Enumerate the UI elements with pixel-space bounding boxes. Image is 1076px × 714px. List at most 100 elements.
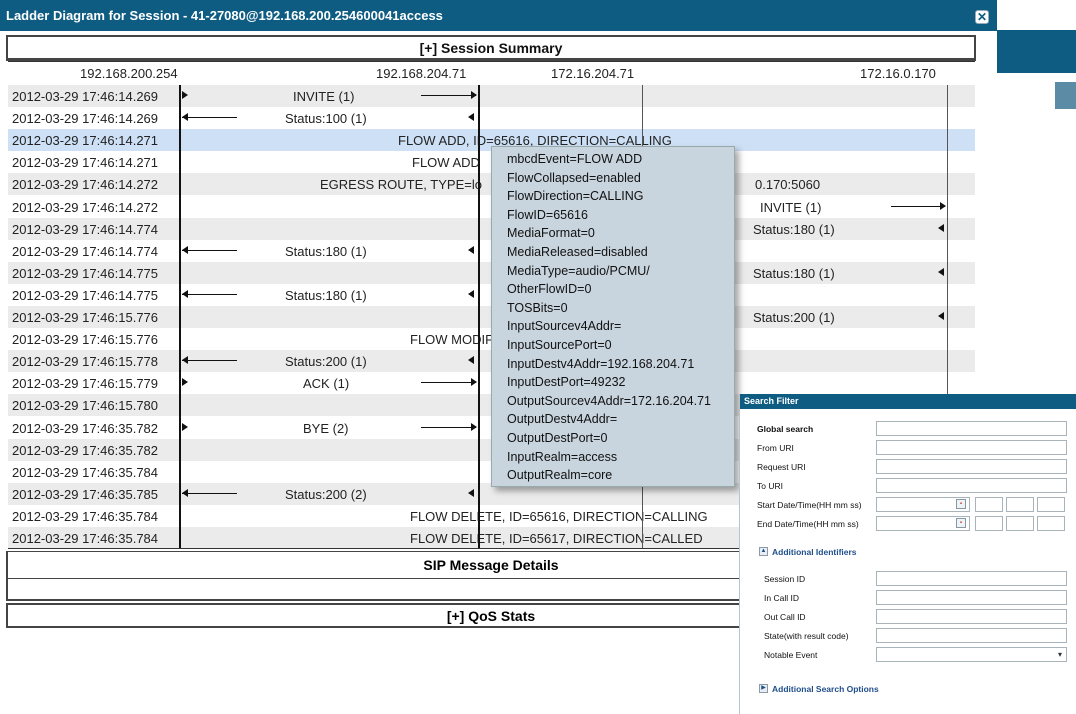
- tooltip-line: InputDestv4Addr=192.168.204.71: [507, 356, 695, 371]
- state-input[interactable]: [876, 628, 1067, 643]
- arrow-line: [421, 95, 476, 96]
- row-timestamp: 2012-03-29 17:46:35.785: [12, 486, 159, 502]
- tooltip-line: mbcdEvent=FLOW ADD: [507, 152, 643, 166]
- row-message-label: EGRESS ROUTE, TYPE=lo: [320, 177, 482, 193]
- session-summary-panel: [+] Session Summary: [6, 35, 976, 61]
- arrow-left-icon: [468, 356, 474, 365]
- tooltip-line: InputDestPort=49232: [507, 375, 626, 390]
- arrow-left-icon: [182, 289, 188, 298]
- table-row[interactable]: 2012-03-29 17:46:14.269 INVITE (1): [8, 85, 975, 107]
- session-summary-header[interactable]: [+] Session Summary: [8, 37, 974, 59]
- row-message-label: Status:180 (1): [753, 265, 835, 281]
- in-call-id-input[interactable]: [876, 590, 1067, 605]
- arrow-left-icon: [938, 267, 944, 276]
- row-timestamp: 2012-03-29 17:46:15.776: [12, 332, 159, 348]
- notable-event-label: Notable Event: [764, 650, 818, 660]
- end-minute-input[interactable]: [1006, 516, 1034, 531]
- close-icon[interactable]: ✕: [975, 10, 989, 24]
- row-timestamp: 2012-03-29 17:46:14.269: [12, 89, 159, 104]
- tooltip-line: MediaType=audio/PCMU/: [507, 263, 650, 278]
- tooltip-line: MediaReleased=disabled: [507, 245, 648, 259]
- row-message-label: INVITE (1): [293, 89, 355, 104]
- arrow-left-icon: [468, 245, 474, 254]
- end-date-label: End Date/Time(HH mm ss): [757, 519, 859, 529]
- tooltip-line: InputSourcev4Addr=: [507, 319, 622, 334]
- row-timestamp: 2012-03-29 17:46:14.775: [12, 287, 159, 303]
- arrow-right-icon: [182, 91, 188, 99]
- row-message-label: INVITE (1): [760, 199, 822, 215]
- flow-details-tooltip: mbcdEvent=FLOW ADD FlowCollapsed=enabled F…: [491, 146, 735, 487]
- search-filter-title: Search Filter: [740, 394, 1076, 409]
- row-timestamp: 2012-03-29 17:46:35.784: [12, 464, 159, 480]
- start-second-input[interactable]: [1037, 497, 1065, 512]
- search-filter-panel: Search Filter Global search From URI Req…: [739, 394, 1076, 714]
- state-label: State(with result code): [764, 631, 849, 641]
- arrow-line: [182, 249, 237, 251]
- row-timestamp: 2012-03-29 17:46:35.782: [12, 442, 159, 458]
- request-uri-input[interactable]: [876, 459, 1067, 474]
- calendar-icon[interactable]: ▪: [956, 499, 966, 509]
- row-timestamp: 2012-03-29 17:46:15.778: [12, 354, 159, 370]
- row-timestamp: 2012-03-29 17:46:14.774: [12, 243, 159, 259]
- background-button[interactable]: [1055, 82, 1076, 109]
- arrow-left-icon: [938, 223, 944, 232]
- end-hour-input[interactable]: [975, 516, 1003, 531]
- tooltip-line: FlowCollapsed=enabled: [507, 170, 641, 185]
- row-message-label: Status:200 (1): [285, 354, 367, 370]
- ip-header-row: 192.168.200.254 192.168.204.71 172.16.20…: [8, 62, 975, 85]
- session-id-input[interactable]: [876, 571, 1067, 586]
- tooltip-line: FlowDirection=CALLING: [507, 189, 644, 204]
- in-call-id-label: In Call ID: [764, 593, 799, 603]
- dialog-title: Ladder Diagram for Session - 41-27080@19…: [6, 8, 443, 23]
- request-uri-label: Request URI: [757, 462, 806, 472]
- out-call-id-input[interactable]: [876, 609, 1067, 624]
- row-message-label: 0.170:5060: [755, 177, 821, 193]
- row-message-label: BYE (2): [303, 420, 349, 436]
- tooltip-line: InputSourcePort=0: [507, 338, 612, 352]
- tooltip-line: OutputDestv4Addr=: [507, 412, 618, 427]
- arrow-left-icon: [468, 113, 474, 122]
- row-timestamp: 2012-03-29 17:46:14.774: [12, 221, 159, 237]
- start-date-label: Start Date/Time(HH mm ss): [757, 500, 862, 510]
- row-message-label: ACK (1): [303, 376, 350, 392]
- ip-header: 192.168.200.254: [80, 66, 178, 81]
- calendar-icon[interactable]: ▪: [956, 518, 966, 528]
- tooltip-line: TOSBits=0: [507, 300, 568, 315]
- tooltip-line: OutputDestPort=0: [507, 431, 608, 445]
- row-timestamp: 2012-03-29 17:46:14.775: [12, 265, 159, 281]
- arrow-left-icon: [468, 488, 474, 497]
- row-message-label: Status:180 (1): [285, 287, 367, 303]
- to-uri-label: To URI: [757, 481, 783, 491]
- row-timestamp: 2012-03-29 17:46:35.784: [12, 531, 159, 546]
- global-search-input[interactable]: [876, 421, 1067, 436]
- tooltip-line: InputRealm=access: [507, 449, 618, 464]
- start-hour-input[interactable]: [975, 497, 1003, 512]
- additional-search-options-toggle[interactable]: Additional Search Options: [772, 684, 879, 694]
- collapse-icon[interactable]: ▲: [759, 547, 768, 556]
- dialog-titlebar: Ladder Diagram for Session - 41-27080@19…: [0, 0, 997, 31]
- row-timestamp: 2012-03-29 17:46:35.782: [12, 420, 159, 436]
- row-message-label: FLOW DELETE, ID=65617, DIRECTION=CALLED: [410, 531, 703, 546]
- arrow-right-icon: [471, 422, 477, 431]
- row-timestamp: 2012-03-29 17:46:14.272: [12, 199, 159, 215]
- tooltip-line: OtherFlowID=0: [507, 282, 592, 297]
- expand-icon[interactable]: ▶: [759, 684, 768, 693]
- to-uri-input[interactable]: [876, 478, 1067, 493]
- row-message-label: Status:180 (1): [753, 221, 835, 237]
- row-message-label: FLOW ADD: [412, 155, 480, 171]
- arrow-left-icon: [468, 289, 474, 298]
- start-minute-input[interactable]: [1006, 497, 1034, 512]
- end-second-input[interactable]: [1037, 516, 1065, 531]
- chevron-down-icon[interactable]: ▾: [1054, 648, 1066, 661]
- table-row[interactable]: 2012-03-29 17:46:14.269 Status:100 (1): [8, 107, 975, 129]
- arrow-line: [891, 205, 945, 207]
- arrow-right-icon: [182, 378, 188, 387]
- additional-identifiers-toggle[interactable]: Additional Identifiers: [772, 547, 857, 557]
- notable-event-select[interactable]: [876, 647, 1067, 662]
- arrow-right-icon: [940, 201, 946, 210]
- arrow-right-icon: [182, 422, 188, 431]
- from-uri-input[interactable]: [876, 440, 1067, 455]
- row-timestamp: 2012-03-29 17:46:15.779: [12, 376, 159, 392]
- arrow-left-icon: [182, 245, 188, 254]
- arrow-line: [421, 382, 476, 384]
